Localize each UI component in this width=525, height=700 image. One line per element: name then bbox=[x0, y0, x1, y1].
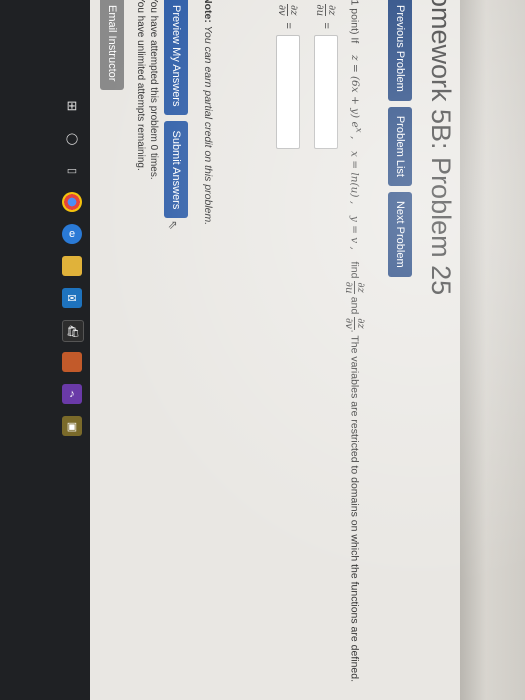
find-label: find bbox=[348, 261, 361, 279]
previous-problem-button[interactable]: Previous Problem bbox=[388, 0, 412, 101]
points-label: (1 point) If bbox=[348, 0, 361, 44]
answer-label-u: ∂z ∂u bbox=[314, 4, 338, 17]
attempts-info: You have attempted this problem 0 times.… bbox=[134, 0, 160, 180]
attempts-count: You have attempted this problem 0 times. bbox=[148, 0, 159, 180]
equation-x: x = ln(u) , bbox=[348, 151, 361, 205]
problem-nav: Previous Problem Problem List Next Probl… bbox=[388, 0, 412, 277]
equals-sign: = bbox=[282, 22, 294, 29]
equals-sign: = bbox=[320, 22, 332, 29]
equation-y: y = v , bbox=[348, 215, 361, 250]
answer-input-dz-du[interactable] bbox=[314, 34, 338, 149]
and-label: and bbox=[348, 296, 361, 315]
monitor-bezel bbox=[460, 0, 525, 700]
email-instructor-container: Email Instructor bbox=[100, 0, 124, 91]
answer-row-u: ∂z ∂u = bbox=[314, 4, 338, 149]
preview-answers-button[interactable]: Preview My Answers bbox=[164, 0, 188, 116]
partial-credit-note: Note: You can earn partial credit on thi… bbox=[202, 0, 214, 225]
next-problem-button[interactable]: Next Problem bbox=[388, 191, 412, 277]
problem-list-button[interactable]: Problem List bbox=[388, 106, 412, 186]
webwork-page: omework 5B: Problem 25 Previous Problem … bbox=[0, 0, 460, 700]
partial-z-u: ∂z ∂u bbox=[343, 281, 366, 294]
answer-input-dz-dv[interactable] bbox=[276, 34, 300, 149]
answer-row-v: ∂z ∂v = bbox=[276, 4, 300, 149]
restriction-text: . The variables are restricted to domain… bbox=[348, 329, 361, 683]
mouse-cursor-icon: ⇖ bbox=[166, 220, 180, 231]
monitor-screen: ⊞ ◯ ▭ e ✉ 🛍 ♪ ▣ omework 5B: Problem 25 P… bbox=[0, 0, 460, 700]
email-instructor-button[interactable]: Email Instructor bbox=[100, 0, 124, 91]
rotated-page: omework 5B: Problem 25 Previous Problem … bbox=[0, 0, 460, 700]
page-title: omework 5B: Problem 25 bbox=[426, 0, 456, 296]
equation-z: z = (6x + y) ex , bbox=[348, 54, 364, 140]
answer-actions: Preview My Answers Submit Answers bbox=[164, 0, 188, 219]
problem-statement: (1 point) If z = (6x + y) ex , x = ln(u)… bbox=[343, 0, 366, 682]
note-text: You can earn partial credit on this prob… bbox=[202, 22, 214, 226]
submit-answers-button[interactable]: Submit Answers bbox=[164, 121, 188, 219]
note-label: Note: bbox=[202, 0, 214, 23]
partial-z-v: ∂z ∂v bbox=[343, 317, 366, 330]
answer-label-v: ∂z ∂v bbox=[276, 4, 300, 17]
attempts-remaining: You have unlimited attempts remaining. bbox=[135, 0, 146, 171]
